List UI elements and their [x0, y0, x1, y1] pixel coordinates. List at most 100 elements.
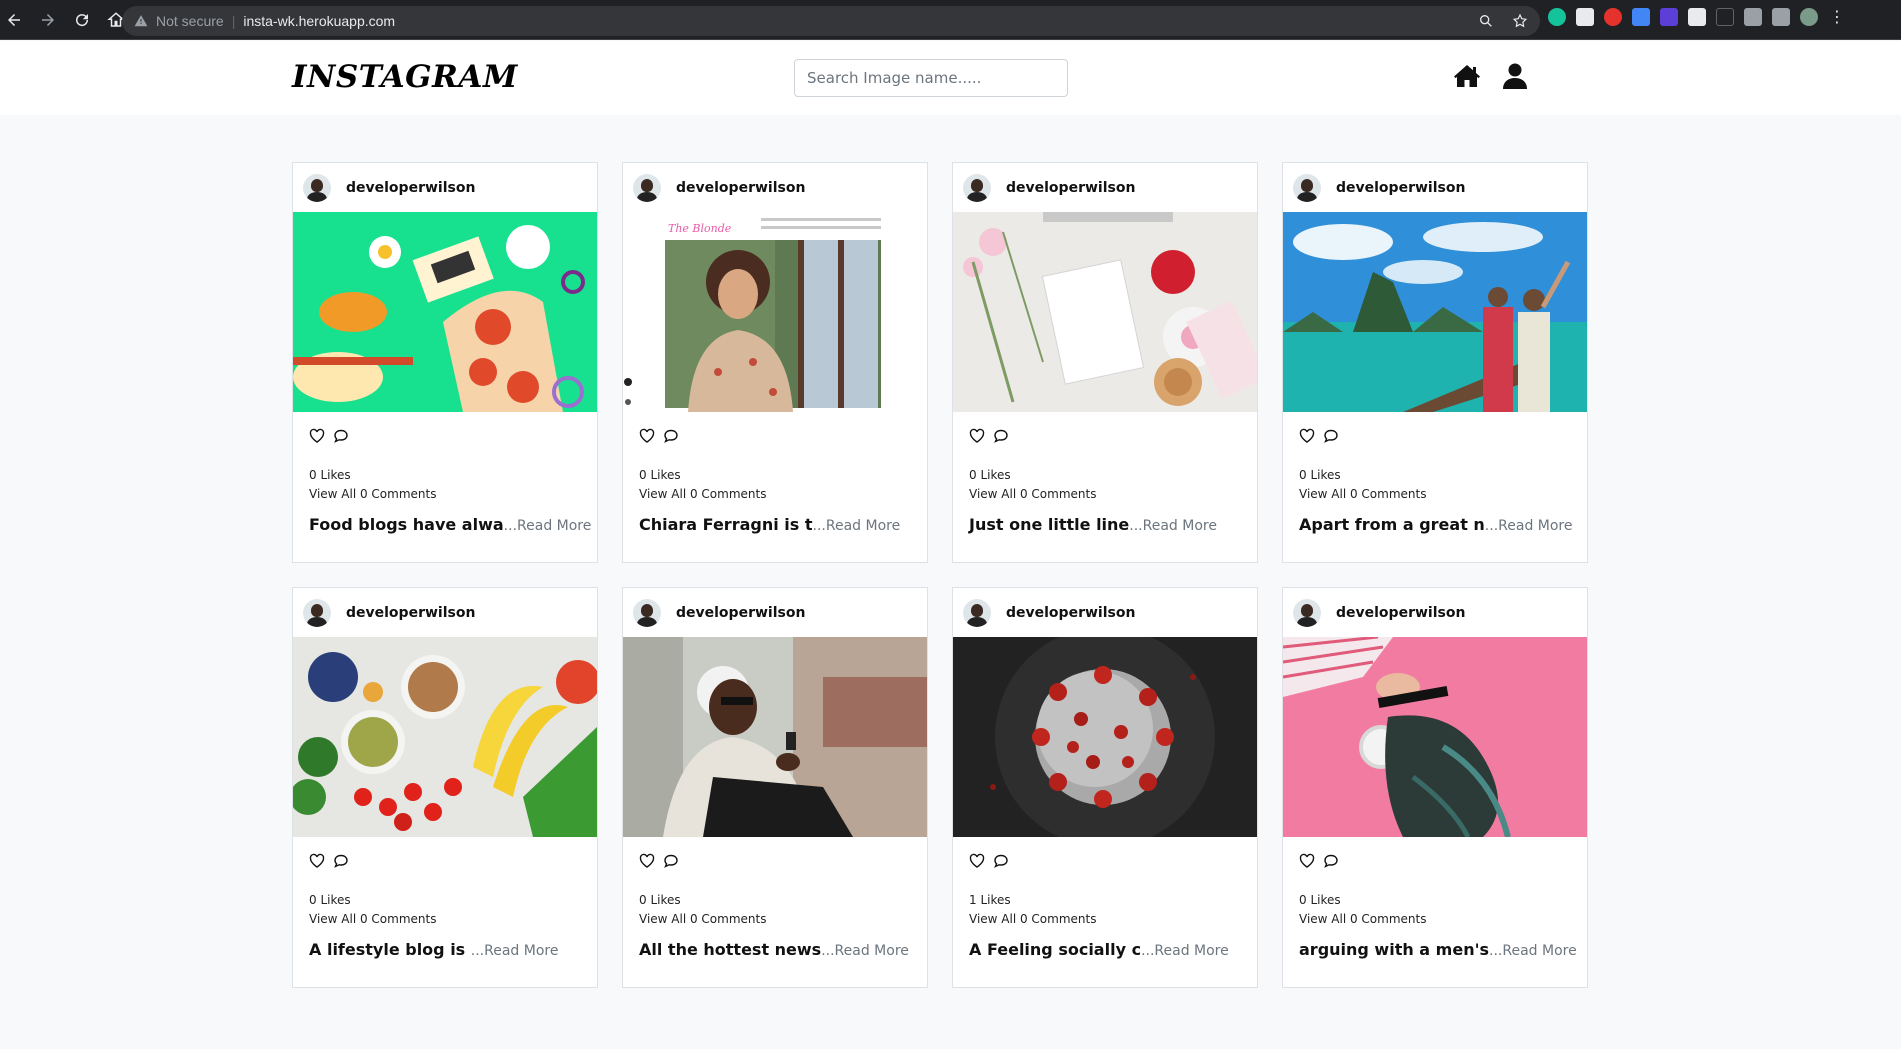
username[interactable]: developerwilson	[1336, 605, 1465, 621]
post-image[interactable]	[953, 637, 1257, 837]
view-comments-link[interactable]: View All 0 Comments	[1283, 482, 1587, 501]
profile-avatar-icon[interactable]	[1800, 8, 1818, 26]
username[interactable]: developerwilson	[346, 180, 475, 196]
avatar[interactable]	[633, 598, 661, 627]
comment-icon[interactable]	[333, 428, 349, 444]
post-image[interactable]	[293, 637, 597, 837]
view-comments-link[interactable]: View All 0 Comments	[623, 907, 927, 926]
forward-icon[interactable]	[34, 6, 62, 34]
puzzle-icon[interactable]	[1744, 8, 1762, 26]
extension-icon[interactable]	[1632, 8, 1650, 26]
security-label: Not secure	[156, 13, 224, 29]
caption-text: All the hottest news	[639, 940, 822, 959]
read-more-link[interactable]: ...Read More	[1485, 518, 1573, 534]
username[interactable]: developerwilson	[1336, 180, 1465, 196]
avatar[interactable]	[1293, 173, 1321, 202]
post-image[interactable]	[1283, 212, 1587, 412]
view-comments-link[interactable]: View All 0 Comments	[953, 907, 1257, 926]
likes-count: 0 Likes	[1299, 468, 1341, 482]
view-comments-link[interactable]: View All 0 Comments	[293, 482, 597, 501]
heart-icon[interactable]	[969, 853, 985, 869]
caption-text: arguing with a men's	[1299, 940, 1490, 959]
read-more-link[interactable]: ...Read More	[813, 518, 901, 534]
username[interactable]: developerwilson	[346, 605, 475, 621]
likes-count: 1 Likes	[969, 893, 1011, 907]
post-image[interactable]	[1283, 637, 1587, 837]
view-comments-link[interactable]: View All 0 Comments	[953, 482, 1257, 501]
post-card: developerwilson The Blonde 0 Likes View …	[622, 162, 928, 563]
user-icon[interactable]	[1500, 61, 1530, 91]
read-more-link[interactable]: ...Read More	[1141, 943, 1229, 959]
avatar[interactable]	[963, 598, 991, 627]
extension-icon[interactable]	[1576, 8, 1594, 26]
back-icon[interactable]	[0, 6, 28, 34]
post-actions	[293, 412, 597, 449]
comment-icon[interactable]	[1323, 853, 1339, 869]
comment-icon[interactable]	[1323, 428, 1339, 444]
avatar[interactable]	[303, 598, 331, 627]
function-extension-icon[interactable]	[1716, 8, 1734, 26]
comment-icon[interactable]	[663, 428, 679, 444]
heart-icon[interactable]	[639, 428, 655, 444]
brand-logo[interactable]: INSTAGRAM	[292, 59, 518, 95]
reading-list-icon[interactable]	[1772, 8, 1790, 26]
post-image[interactable]: The Blonde	[623, 212, 927, 412]
post-header: developerwilson	[953, 163, 1257, 212]
address-bar[interactable]: Not secure | insta-wk.herokuapp.com	[122, 6, 1540, 36]
view-comments-link[interactable]: View All 0 Comments	[293, 907, 597, 926]
not-secure-indicator[interactable]: Not secure	[134, 13, 224, 29]
zoom-icon[interactable]	[1478, 13, 1494, 29]
avatar[interactable]	[963, 173, 991, 202]
post-header: developerwilson	[623, 588, 927, 637]
likes-count: 0 Likes	[309, 893, 351, 907]
username[interactable]: developerwilson	[1006, 605, 1135, 621]
username[interactable]: developerwilson	[676, 180, 805, 196]
extension-icon[interactable]	[1688, 8, 1706, 26]
extension-icon[interactable]	[1660, 8, 1678, 26]
read-more-link[interactable]: ...Read More	[504, 518, 592, 534]
comment-icon[interactable]	[993, 428, 1009, 444]
post-image[interactable]	[953, 212, 1257, 412]
heart-icon[interactable]	[1299, 853, 1315, 869]
post-header: developerwilson	[1283, 588, 1587, 637]
avatar[interactable]	[303, 173, 331, 202]
read-more-link[interactable]: ...Read More	[1489, 943, 1577, 959]
grammarly-extension-icon[interactable]	[1548, 8, 1566, 26]
heart-icon[interactable]	[969, 428, 985, 444]
post-actions	[1283, 837, 1587, 874]
comment-icon[interactable]	[333, 853, 349, 869]
search-input[interactable]	[794, 59, 1068, 97]
view-comments-link[interactable]: View All 0 Comments	[623, 482, 927, 501]
post-image[interactable]	[623, 637, 927, 837]
heart-icon[interactable]	[309, 853, 325, 869]
post-image[interactable]	[293, 212, 597, 412]
post-caption: Chiara Ferragni is t...Read More	[623, 501, 927, 534]
read-more-link[interactable]: ...Read More	[821, 943, 909, 959]
avatar[interactable]	[633, 173, 661, 202]
browser-menu-icon[interactable]: ⋮	[1828, 8, 1846, 26]
post-caption: Food blogs have alwa...Read More	[293, 501, 597, 534]
post-card: developerwilson 0 Likes View All 0 Comme…	[292, 587, 598, 988]
reload-icon[interactable]	[68, 6, 96, 34]
read-more-link[interactable]: ...Read More	[471, 943, 559, 959]
comment-icon[interactable]	[993, 853, 1009, 869]
post-actions	[953, 412, 1257, 449]
bookmark-star-icon[interactable]	[1512, 13, 1528, 29]
heart-icon[interactable]	[309, 428, 325, 444]
adblock-extension-icon[interactable]	[1604, 8, 1622, 26]
home-icon[interactable]	[1452, 61, 1482, 91]
address-separator: |	[231, 13, 236, 29]
app-navbar: INSTAGRAM	[0, 41, 1901, 115]
heart-icon[interactable]	[639, 853, 655, 869]
username[interactable]: developerwilson	[676, 605, 805, 621]
post-actions	[623, 412, 927, 449]
post-actions	[1283, 412, 1587, 449]
caption-text: A lifestyle blog is	[309, 940, 471, 959]
post-caption: Just one little line...Read More	[953, 501, 1257, 534]
read-more-link[interactable]: ...Read More	[1129, 518, 1217, 534]
username[interactable]: developerwilson	[1006, 180, 1135, 196]
comment-icon[interactable]	[663, 853, 679, 869]
view-comments-link[interactable]: View All 0 Comments	[1283, 907, 1587, 926]
heart-icon[interactable]	[1299, 428, 1315, 444]
avatar[interactable]	[1293, 598, 1321, 627]
